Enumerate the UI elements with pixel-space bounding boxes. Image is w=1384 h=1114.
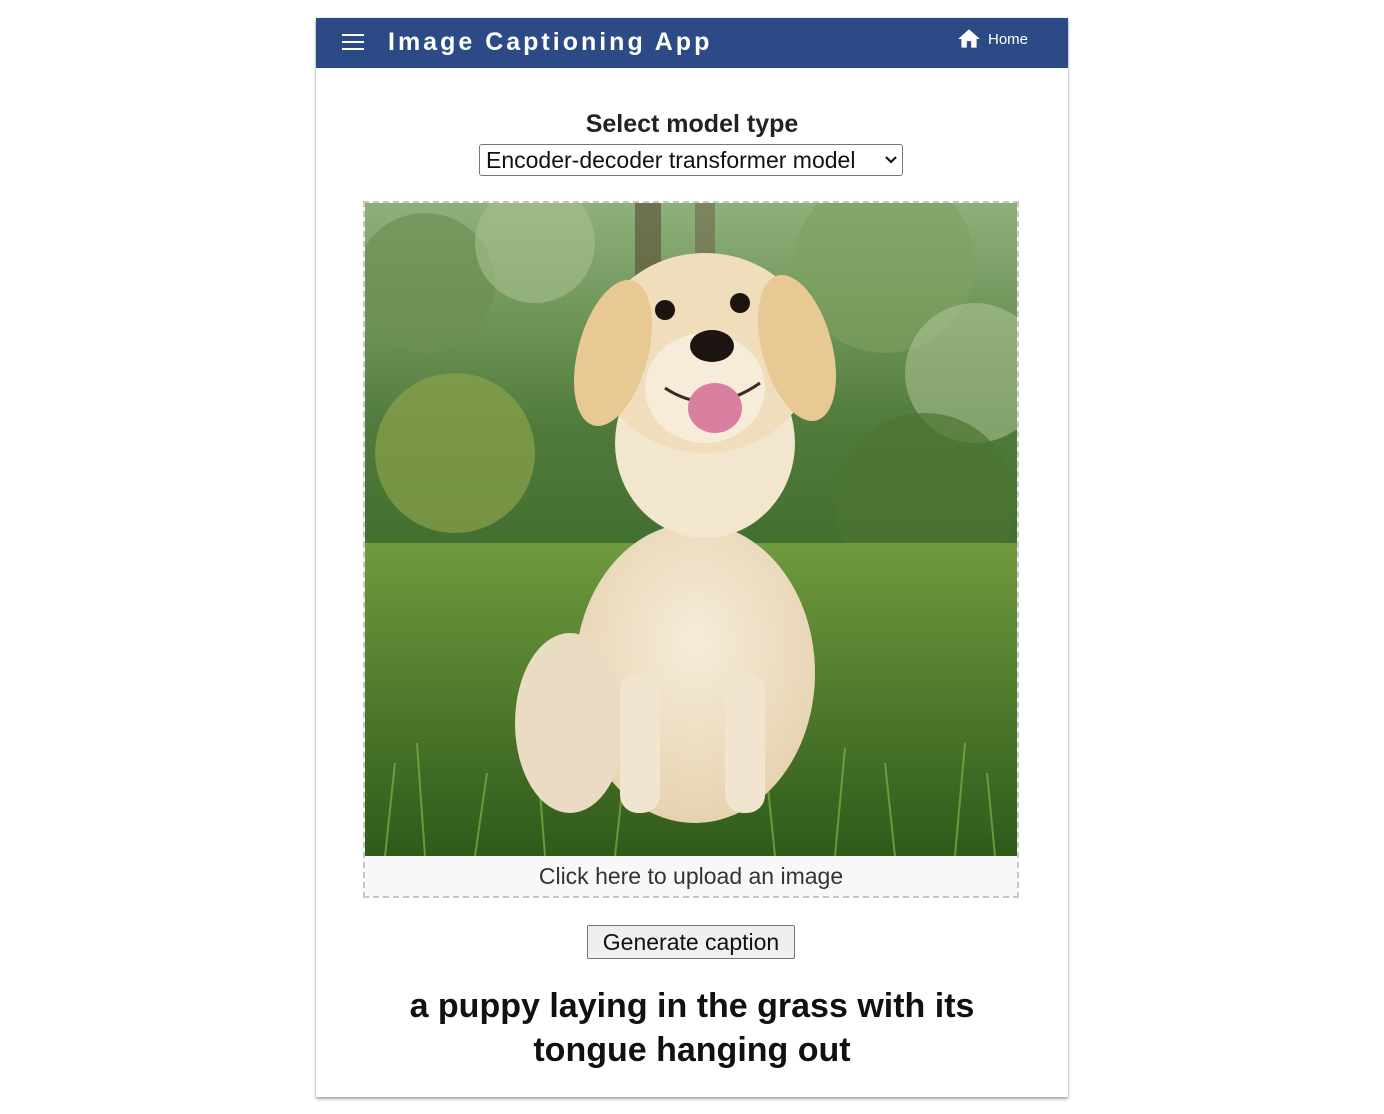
model-type-select[interactable]: Encoder-decoder transformer model <box>479 144 903 176</box>
uploaded-image-preview <box>365 203 1017 856</box>
app-title: Image Captioning App <box>388 28 713 56</box>
home-label: Home <box>988 30 1029 48</box>
chevron-down-icon <box>885 156 897 164</box>
image-upload-dropzone[interactable]: Click here to upload an image <box>363 201 1019 898</box>
generated-caption: a puppy laying in the grass with its ton… <box>409 987 975 1069</box>
home-icon <box>958 29 980 48</box>
app-window: Image Captioning App Home Select model t… <box>316 18 1068 1097</box>
model-type-selected-value: Encoder-decoder transformer model <box>486 146 856 173</box>
home-link[interactable]: Home <box>956 26 1028 52</box>
generate-caption-button[interactable]: Generate caption <box>587 925 795 959</box>
upload-prompt: Click here to upload an image <box>538 863 844 889</box>
menu-icon[interactable] <box>342 32 364 52</box>
model-type-label: Select model type <box>585 110 799 138</box>
top-app-bar: Image Captioning App Home <box>316 18 1068 68</box>
